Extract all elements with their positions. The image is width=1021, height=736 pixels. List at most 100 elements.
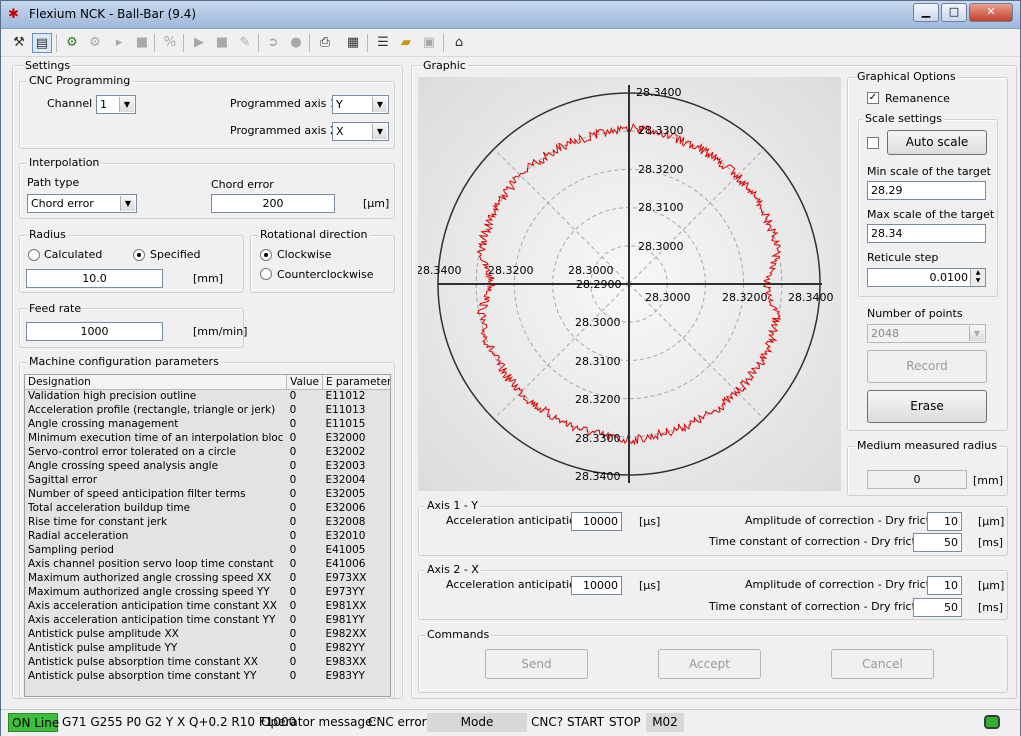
tick-label-right-28.32: 28.3200 xyxy=(722,291,768,304)
table-row[interactable]: Number of speed anticipation filter term… xyxy=(25,487,390,501)
channel-select[interactable]: 1 ▼ xyxy=(96,95,136,114)
cell-e-parameter: E982YY xyxy=(325,642,365,654)
table-row[interactable]: Sampling period 0 E41005 xyxy=(25,543,390,557)
print-icon[interactable]: ⎙ xyxy=(315,33,335,53)
radius-title: Radius xyxy=(27,228,68,241)
properties-icon[interactable]: ▦ xyxy=(343,33,363,53)
tools-icon[interactable]: ⚒ xyxy=(9,33,29,53)
table-row[interactable]: Sagittal error 0 E32004 xyxy=(25,473,390,487)
axis-2-tc-unit: [ms] xyxy=(978,601,1004,614)
ballbar-plot[interactable]: 28.3400 28.3300 28.3200 28.3100 28.3000 … xyxy=(418,77,841,491)
column-header-value[interactable]: Value xyxy=(286,375,323,390)
stop-small-icon[interactable]: ■ xyxy=(132,33,152,53)
calculated-radio[interactable] xyxy=(28,249,40,261)
home-icon[interactable]: ⌂ xyxy=(449,33,469,53)
cell-designation: Antistick pulse absorption time constant… xyxy=(28,656,258,668)
table-row[interactable]: Acceleration profile (rectangle, triangl… xyxy=(25,403,390,417)
max-scale-input[interactable]: 28.34 xyxy=(867,224,986,243)
commands-title: Commands xyxy=(425,628,492,641)
step-icon[interactable]: ▸ xyxy=(109,33,129,53)
table-row[interactable]: Radial acceleration 0 E32010 xyxy=(25,529,390,543)
table-row[interactable]: Rise time for constant jerk 0 E32008 xyxy=(25,515,390,529)
accept-button[interactable]: Accept xyxy=(658,649,761,679)
toolbar-separator xyxy=(309,34,310,52)
reticule-step-label: Reticule step xyxy=(867,251,939,264)
tick-label-top-28.30: 28.3000 xyxy=(638,240,684,253)
cell-value: 0 xyxy=(289,460,297,472)
reticule-step-input[interactable]: 0.0100 xyxy=(867,268,986,287)
erase-button[interactable]: Erase xyxy=(867,390,987,423)
radius-input[interactable]: 10.0 xyxy=(26,269,163,288)
axis-1-tc-input[interactable]: 50 xyxy=(913,533,962,552)
programmed-axis-1-select[interactable]: Y ▼ xyxy=(332,95,389,114)
gear-run-icon[interactable]: ⚙ xyxy=(62,33,82,53)
ballbar-chart: 28.3400 28.3300 28.3200 28.3100 28.3000 … xyxy=(418,85,834,483)
table-row[interactable]: Minimum execution time of an interpolati… xyxy=(25,431,390,445)
send-button[interactable]: Send xyxy=(485,649,588,679)
percent-icon[interactable]: % xyxy=(160,33,180,53)
pencil-icon[interactable]: ✎ xyxy=(235,33,255,53)
table-row[interactable]: Antistick pulse amplitude YY 0 E982YY xyxy=(25,641,390,655)
programmed-axis-2-select[interactable]: X ▼ xyxy=(332,122,389,141)
minimize-button[interactable]: ▁ xyxy=(913,3,939,22)
table-row[interactable]: Angle crossing management 0 E11015 xyxy=(25,417,390,431)
table-row[interactable]: Axis acceleration anticipation time cons… xyxy=(25,613,390,627)
cancel-button[interactable]: Cancel xyxy=(831,649,934,679)
table-row[interactable]: Maximum authorized angle crossing speed … xyxy=(25,585,390,599)
cnc-error-label: CNC error: xyxy=(368,715,431,729)
clockwise-radio[interactable] xyxy=(260,249,272,261)
cell-designation: Acceleration profile (rectangle, triangl… xyxy=(28,404,276,416)
axis-2-tc-input[interactable]: 50 xyxy=(913,598,962,617)
toolbar-separator xyxy=(367,34,368,52)
arrow-circle-icon[interactable]: ➲ xyxy=(263,33,283,53)
table-row[interactable]: Antistick pulse absorption time constant… xyxy=(25,669,390,683)
path-type-select[interactable]: Chord error ▼ xyxy=(27,194,137,213)
counterclockwise-radio[interactable] xyxy=(260,268,272,280)
machine-config-table[interactable]: Designation Value E parameter Validation… xyxy=(24,374,391,697)
maximize-button[interactable]: □ xyxy=(941,3,967,22)
edit-list-icon[interactable]: ☰ xyxy=(373,33,393,53)
connection-icon[interactable] xyxy=(984,715,1000,729)
stop-circle-icon[interactable]: ● xyxy=(286,33,306,53)
table-row[interactable]: Servo-control error tolerated on a circl… xyxy=(25,445,390,459)
axis-2-acc-input[interactable]: 10000 xyxy=(571,576,622,595)
table-row[interactable]: Axis channel position servo loop time co… xyxy=(25,557,390,571)
table-row[interactable]: Angle crossing speed analysis angle 0 E320… xyxy=(25,459,390,473)
axis-1-acc-input[interactable]: 10000 xyxy=(571,512,622,531)
cell-e-parameter: E983YY xyxy=(325,670,365,682)
min-scale-input[interactable]: 28.29 xyxy=(867,181,986,200)
table-row[interactable]: Antistick pulse amplitude XX 0 E982XX xyxy=(25,627,390,641)
cell-designation: Maximum authorized angle crossing speed … xyxy=(28,572,272,584)
title-bar[interactable]: ✱ Flexium NCK - Ball-Bar (9.4) ▁ □ ✕ xyxy=(1,1,1020,29)
table-row[interactable]: Axis acceleration anticipation time cons… xyxy=(25,599,390,613)
stop-icon[interactable]: ■ xyxy=(212,33,232,53)
feed-rate-input[interactable]: 1000 xyxy=(26,322,163,341)
chord-error-unit: [µm] xyxy=(363,197,390,210)
play-icon[interactable]: ▶ xyxy=(189,33,209,53)
folder-open-icon[interactable]: ▰ xyxy=(396,33,416,53)
axis-2-amp-input[interactable]: 10 xyxy=(927,576,962,595)
table-row[interactable]: Total acceleration buildup time 0 E32006 xyxy=(25,501,390,515)
save-icon[interactable]: ▣ xyxy=(419,33,439,53)
axis-2-acc-label: Acceleration anticipation xyxy=(446,578,583,591)
chord-error-input[interactable]: 200 xyxy=(211,194,335,213)
gear-stop-icon[interactable]: ⚙ xyxy=(85,33,105,53)
auto-scale-button[interactable]: Auto scale xyxy=(887,130,987,155)
table-row[interactable]: Antistick pulse absorption time constant… xyxy=(25,655,390,669)
table-row[interactable]: Maximum authorized angle crossing speed … xyxy=(25,571,390,585)
record-button[interactable]: Record xyxy=(867,350,987,383)
specified-radio[interactable] xyxy=(133,249,145,261)
chart-view-icon[interactable]: ▤ xyxy=(32,33,52,53)
maximize-icon: □ xyxy=(948,5,960,18)
column-header-e-parameter[interactable]: E parameter xyxy=(322,375,390,390)
axis-1-amp-input[interactable]: 10 xyxy=(927,512,962,531)
column-header-designation[interactable]: Designation xyxy=(25,375,288,390)
auto-scale-checkbox[interactable] xyxy=(867,137,879,149)
tick-label-top-28.33: 28.3300 xyxy=(638,124,684,137)
remanence-checkbox[interactable]: ✓ xyxy=(867,92,879,104)
close-button[interactable]: ✕ xyxy=(969,3,1013,22)
graphic-title: Graphic xyxy=(421,59,468,72)
table-row[interactable]: Validation high precision outline 0 E11012 xyxy=(25,389,390,403)
reticule-step-spinner[interactable]: ▲ ▼ xyxy=(970,269,985,286)
number-of-points-select[interactable]: 2048 ▼ xyxy=(867,324,986,343)
